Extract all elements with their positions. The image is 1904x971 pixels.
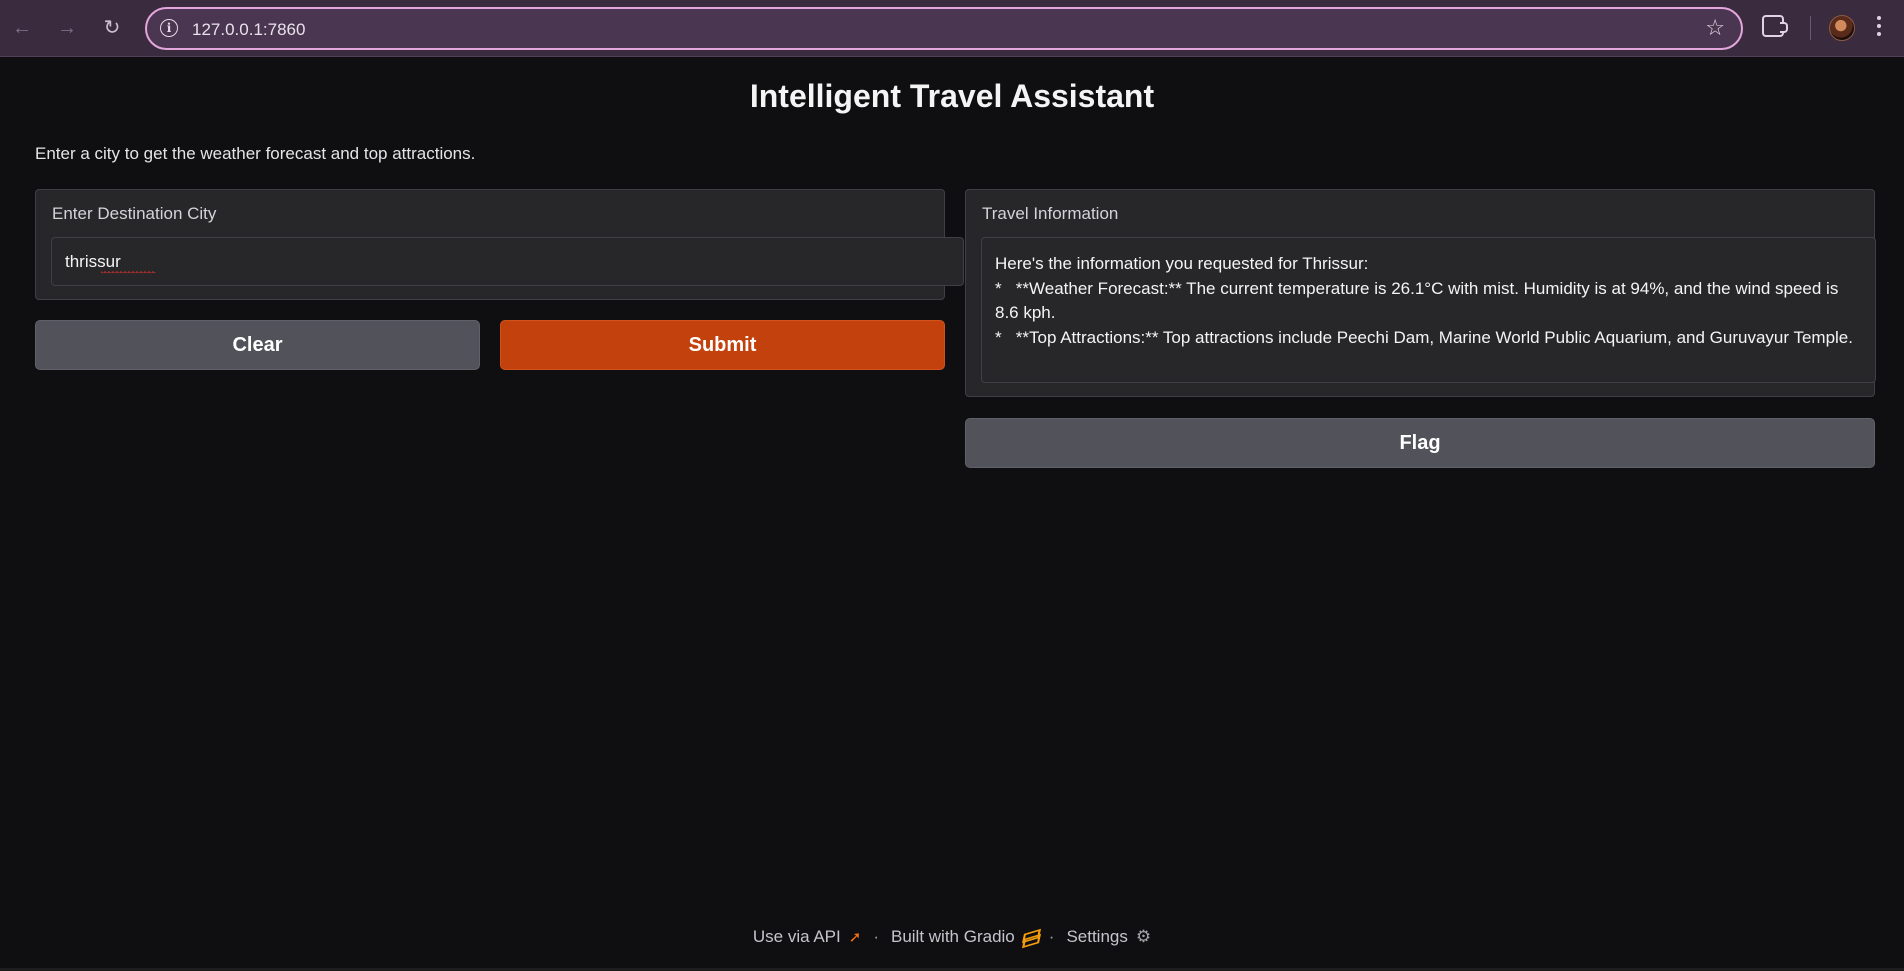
- star-icon[interactable]: ☆: [1705, 15, 1725, 41]
- settings-label: Settings: [1066, 927, 1128, 946]
- gear-icon: ⚙: [1135, 927, 1152, 946]
- back-arrow-icon[interactable]: ←: [8, 14, 36, 42]
- travel-info-panel: Travel Information Here's the informatio…: [965, 189, 1876, 397]
- flag-button[interactable]: Flag: [965, 418, 1875, 468]
- output-line: * **Weather Forecast:** The current temp…: [995, 278, 1844, 323]
- forward-arrow-icon[interactable]: →: [53, 14, 81, 42]
- footer: Use via API ➚ · Built with Gradio · Sett…: [0, 927, 1904, 947]
- footer-separator: ·: [873, 927, 879, 946]
- footer-separator: ·: [1048, 927, 1055, 946]
- travel-info-label: Travel Information: [982, 204, 1119, 223]
- settings-link[interactable]: Settings ⚙: [1066, 927, 1151, 947]
- use-via-api-link[interactable]: Use via API ➚: [753, 927, 861, 947]
- submit-button[interactable]: Submit: [500, 320, 945, 370]
- built-with-gradio-label: Built with Gradio: [890, 927, 1015, 946]
- gradio-logo-icon: [1023, 931, 1037, 943]
- city-input-panel: Enter Destination City: [35, 189, 964, 300]
- toolbar-divider: [1810, 16, 1811, 40]
- url-text[interactable]: 127.0.0.1:7860: [192, 20, 305, 40]
- browser-toolbar: ← → ↻ i 127.0.0.1:7860 ☆: [0, 0, 1904, 57]
- profile-avatar[interactable]: [1829, 15, 1855, 41]
- use-via-api-label: Use via API: [752, 927, 841, 946]
- city-input[interactable]: [51, 237, 964, 286]
- address-bar[interactable]: i 127.0.0.1:7860 ☆: [145, 7, 1743, 50]
- page-description: Enter a city to get the weather forecast…: [35, 144, 476, 163]
- spellcheck-underline: [101, 271, 156, 275]
- page-title: Intelligent Travel Assistant: [749, 78, 1155, 114]
- clear-button[interactable]: Clear: [35, 320, 480, 370]
- reload-icon[interactable]: ↻: [98, 14, 126, 42]
- output-line: Here's the information you requested for…: [995, 254, 1369, 273]
- info-icon[interactable]: i: [160, 19, 178, 37]
- puzzle-icon[interactable]: [1762, 15, 1788, 37]
- rocket-icon: ➚: [848, 929, 862, 946]
- city-input-label: Enter Destination City: [52, 204, 217, 223]
- built-with-gradio-link[interactable]: Built with Gradio: [891, 927, 1037, 947]
- kebab-menu-icon[interactable]: [1876, 16, 1882, 36]
- travel-info-output[interactable]: Here's the information you requested for…: [981, 237, 1876, 383]
- output-line: * **Top Attractions:** Top attractions i…: [995, 327, 1853, 347]
